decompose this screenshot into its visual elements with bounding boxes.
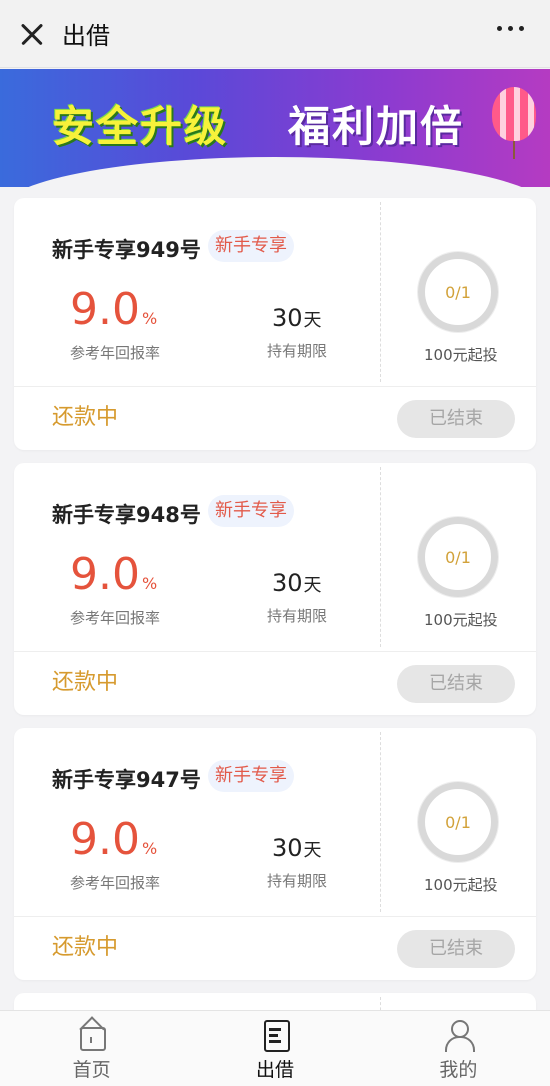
nav-label: 出借 (255, 1059, 294, 1081)
product-card[interactable]: 新手专享948号 新手专享 9.0% 参考年回报率 30天 持有期限 0/1 1… (14, 463, 536, 715)
holding-term: 30天 (272, 304, 322, 332)
repayment-status: 还款中 (52, 935, 119, 960)
close-icon[interactable] (16, 18, 48, 50)
ended-button[interactable]: 已结束 (397, 930, 515, 968)
ended-button[interactable]: 已结束 (397, 400, 515, 438)
banner-text-right: 福利加倍 (288, 102, 465, 151)
min-investment: 100元起投 (424, 876, 498, 894)
product-name: 新手专享949号 (52, 238, 201, 262)
min-investment: 100元起投 (424, 346, 498, 364)
product-tag: 新手专享 (208, 760, 294, 792)
page-title: 出借 (62, 22, 110, 50)
annual-rate: 9.0% (70, 284, 158, 335)
more-options-icon[interactable] (497, 26, 524, 31)
product-tag: 新手专享 (208, 230, 294, 262)
annual-rate: 9.0% (70, 814, 158, 865)
home-icon (77, 1019, 107, 1051)
holding-term-label: 持有期限 (267, 872, 328, 890)
ended-button[interactable]: 已结束 (397, 665, 515, 703)
nav-label: 我的 (439, 1059, 478, 1081)
document-icon (260, 1019, 290, 1052)
promo-banner[interactable]: 安全升级 福利加倍 (0, 69, 550, 187)
product-name: 新手专享947号 (52, 768, 201, 792)
nav-item-mine[interactable]: 我的 (367, 1011, 550, 1086)
progress-ring: 0/1 (418, 517, 498, 597)
holding-term-label: 持有期限 (267, 342, 328, 360)
annual-rate-label: 参考年回报率 (70, 874, 161, 892)
banner-text-left: 安全升级 (52, 102, 229, 151)
holding-term-label: 持有期限 (267, 607, 328, 625)
min-investment: 100元起投 (424, 611, 498, 629)
annual-rate-label: 参考年回报率 (70, 344, 161, 362)
nav-item-lend[interactable]: 出借 (183, 1011, 366, 1086)
holding-term: 30天 (272, 569, 322, 597)
product-name: 新手专享948号 (52, 503, 201, 527)
annual-rate-label: 参考年回报率 (70, 609, 161, 627)
product-tag: 新手专享 (208, 495, 294, 527)
holding-term: 30天 (272, 834, 322, 862)
bottom-nav: 首页 出借 我的 (0, 1010, 550, 1086)
top-bar: 出借 (0, 0, 550, 68)
product-card[interactable]: 新手专享949号 新手专享 9.0% 参考年回报率 30天 持有期限 0/1 1… (14, 198, 536, 450)
progress-ring: 0/1 (418, 782, 498, 862)
repayment-status: 还款中 (52, 405, 119, 430)
nav-item-home[interactable]: 首页 (0, 1011, 183, 1086)
annual-rate: 9.0% (70, 549, 158, 600)
hot-air-balloon-icon (492, 87, 536, 141)
nav-label: 首页 (72, 1059, 111, 1081)
progress-ring: 0/1 (418, 252, 498, 332)
product-card[interactable]: 新手专享947号 新手专享 9.0% 参考年回报率 30天 持有期限 0/1 1… (14, 728, 536, 980)
user-icon (443, 1019, 476, 1052)
repayment-status: 还款中 (52, 670, 119, 695)
